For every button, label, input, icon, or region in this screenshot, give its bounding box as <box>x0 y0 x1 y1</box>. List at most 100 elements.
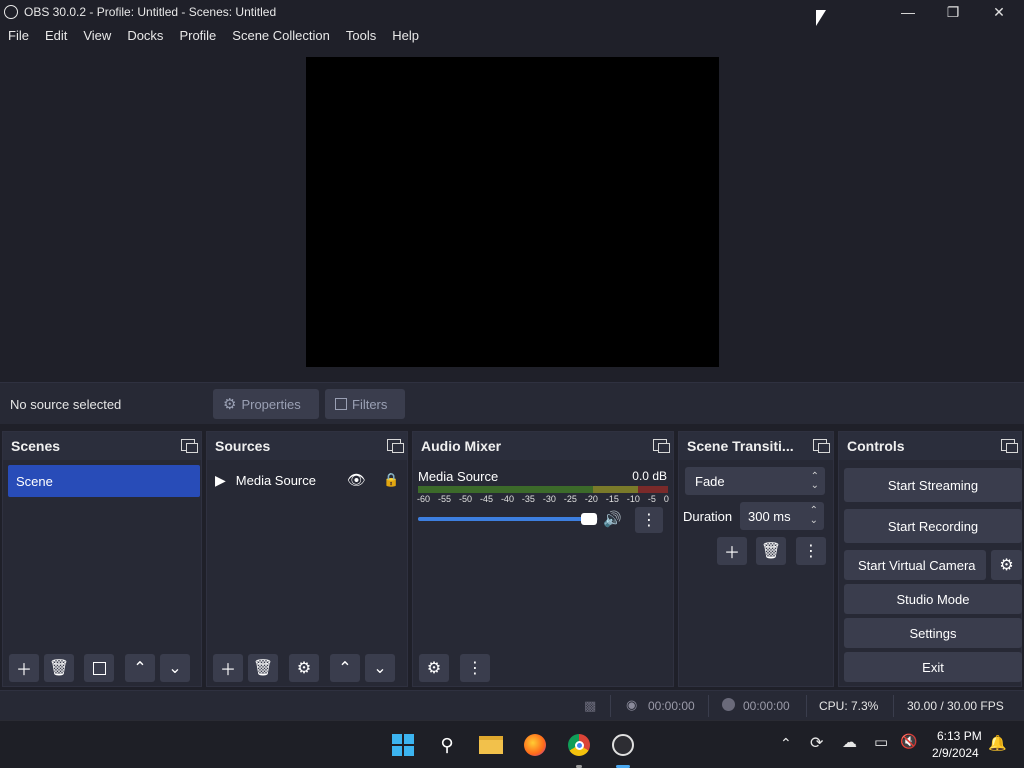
remove-scene-button[interactable]: 🗑 <box>44 654 74 682</box>
kebab-menu-icon: ⋮ <box>641 512 657 529</box>
chevron-up-icon: ⌃ <box>133 660 147 677</box>
remove-source-button[interactable]: 🗑 <box>248 654 278 682</box>
move-scene-up-button[interactable]: ⌃ <box>125 654 155 682</box>
menu-help[interactable]: Help <box>384 28 427 43</box>
studio-mode-button[interactable]: Studio Mode <box>844 584 1022 614</box>
filters-label: Filters <box>352 396 388 412</box>
clock-time[interactable]: 6:13 PM <box>937 729 982 743</box>
chrome-icon[interactable] <box>565 731 593 759</box>
sources-title: Sources <box>215 438 271 454</box>
chevron-down-icon: ⌄ <box>168 660 182 677</box>
start-virtual-camera-button[interactable]: Start Virtual Camera <box>844 550 986 580</box>
windows-start-icon[interactable] <box>389 731 417 759</box>
add-transition-button[interactable]: ＋ <box>717 537 747 565</box>
speaker-icon[interactable]: 🔊 <box>603 510 622 528</box>
undock-icon[interactable] <box>1001 439 1018 453</box>
advanced-audio-button[interactable]: ⚙ <box>419 654 449 682</box>
exit-button[interactable]: Exit <box>844 652 1022 682</box>
source-item-label: Media Source <box>235 472 316 488</box>
menu-view[interactable]: View <box>75 28 119 43</box>
mixer-level: 0.0 dB <box>632 469 667 483</box>
scenes-header: Scenes <box>3 432 201 460</box>
search-icon[interactable]: ⚲ <box>433 731 461 759</box>
source-item[interactable]: ▶ Media Source 👁 🔒 <box>215 466 401 494</box>
undock-icon[interactable] <box>387 439 404 453</box>
menu-docks[interactable]: Docks <box>119 28 171 43</box>
obs-taskbar-icon[interactable] <box>609 731 637 759</box>
filters-button[interactable]: Filters <box>325 389 405 419</box>
menu-profile[interactable]: Profile <box>171 28 224 43</box>
menu-scene-collection[interactable]: Scene Collection <box>224 28 338 43</box>
close-icon[interactable]: ✕ <box>976 0 1022 24</box>
virtual-camera-settings-button[interactable]: ⚙ <box>991 550 1022 580</box>
properties-button[interactable]: ⚙ Properties <box>213 389 319 419</box>
mixer-menu-button[interactable]: ⋮ <box>635 507 663 533</box>
sync-icon[interactable]: ⟳ <box>810 733 823 753</box>
notification-bell-icon[interactable]: 🔔 <box>988 734 1007 752</box>
mixer-options-button[interactable]: ⋮ <box>460 654 490 682</box>
settings-button[interactable]: Settings <box>844 618 1022 648</box>
menu-bar: File Edit View Docks Profile Scene Colle… <box>0 24 1024 46</box>
spin-arrows-icon[interactable]: ⌃ ⌄ <box>810 506 818 526</box>
start-recording-button[interactable]: Start Recording <box>844 509 1022 543</box>
volume-meter <box>418 486 668 493</box>
firefox-icon[interactable] <box>521 731 549 759</box>
scenes-title: Scenes <box>11 438 61 454</box>
maximize-icon[interactable]: ❐ <box>930 0 976 24</box>
menu-edit[interactable]: Edit <box>37 28 75 43</box>
gear-icon: ⚙ <box>223 396 237 413</box>
filter-icon <box>92 661 106 675</box>
speaker-muted-icon[interactable]: 🔇 <box>900 733 917 750</box>
transition-select[interactable]: Fade ⌃ ⌄ <box>685 467 825 495</box>
volume-slider[interactable] <box>418 513 598 525</box>
transition-properties-button[interactable]: ⋮ <box>796 537 826 565</box>
menu-tools[interactable]: Tools <box>338 28 384 43</box>
move-scene-down-button[interactable]: ⌄ <box>160 654 190 682</box>
cloud-offline-icon[interactable]: ☁ <box>842 733 857 751</box>
volume-slider-fill <box>418 517 589 521</box>
file-explorer-icon[interactable] <box>477 731 505 759</box>
scene-filters-button[interactable] <box>84 654 114 682</box>
plus-icon: ＋ <box>723 545 740 562</box>
title-bar: OBS 30.0.2 - Profile: Untitled - Scenes:… <box>0 0 1024 24</box>
scene-item-label: Scene <box>16 473 53 489</box>
clock-date[interactable]: 2/9/2024 <box>932 746 979 760</box>
mixer-track-name: Media Source <box>418 469 499 484</box>
cpu-usage: CPU: 7.3% <box>819 699 879 713</box>
duration-spinbox[interactable]: 300 ms ⌃ ⌄ <box>740 502 824 530</box>
move-source-down-button[interactable]: ⌄ <box>365 654 395 682</box>
select-arrows-icon: ⌃ ⌄ <box>810 471 819 491</box>
no-source-label: No source selected <box>10 397 122 412</box>
scene-transitions-dock: Scene Transiti... Fade ⌃ ⌄ Duration 300 m… <box>678 431 834 687</box>
chevron-up-icon: ⌃ <box>338 660 352 677</box>
lock-icon[interactable]: 🔒 <box>383 472 399 488</box>
start-streaming-button[interactable]: Start Streaming <box>844 468 1022 502</box>
menu-file[interactable]: File <box>0 28 37 43</box>
undock-icon[interactable] <box>181 439 198 453</box>
add-scene-button[interactable]: ＋ <box>9 654 39 682</box>
trash-icon: 🗑 <box>760 543 782 560</box>
undock-icon[interactable] <box>813 439 830 453</box>
move-source-up-button[interactable]: ⌃ <box>330 654 360 682</box>
status-bar: ▩ ◉ 00:00:00 00:00:00 CPU: 7.3% 30.00 / … <box>0 690 1024 720</box>
scene-item[interactable]: Scene <box>8 465 200 497</box>
monitor-icon[interactable]: ▭ <box>874 733 888 751</box>
volume-slider-handle[interactable] <box>581 513 597 525</box>
trash-icon: 🗑 <box>48 660 70 677</box>
minimize-icon[interactable]: — <box>885 0 931 24</box>
obs-logo-icon <box>4 5 18 19</box>
remove-transition-button[interactable]: 🗑 <box>756 537 786 565</box>
properties-label: Properties <box>241 396 301 412</box>
gear-icon: ⚙ <box>296 660 312 677</box>
stream-time: 00:00:00 <box>648 699 695 713</box>
scene-transitions-header: Scene Transiti... <box>679 432 833 460</box>
undock-icon[interactable] <box>653 439 670 453</box>
filter-icon <box>335 398 347 410</box>
chevron-up-icon[interactable]: ⌃ <box>780 735 792 752</box>
add-source-button[interactable]: ＋ <box>213 654 243 682</box>
preview-canvas[interactable] <box>306 57 719 367</box>
source-properties-button[interactable]: ⚙ <box>289 654 319 682</box>
controls-header: Controls <box>839 432 1021 460</box>
eye-icon[interactable]: 👁 <box>347 471 366 489</box>
scene-transitions-title: Scene Transiti... <box>687 438 794 454</box>
